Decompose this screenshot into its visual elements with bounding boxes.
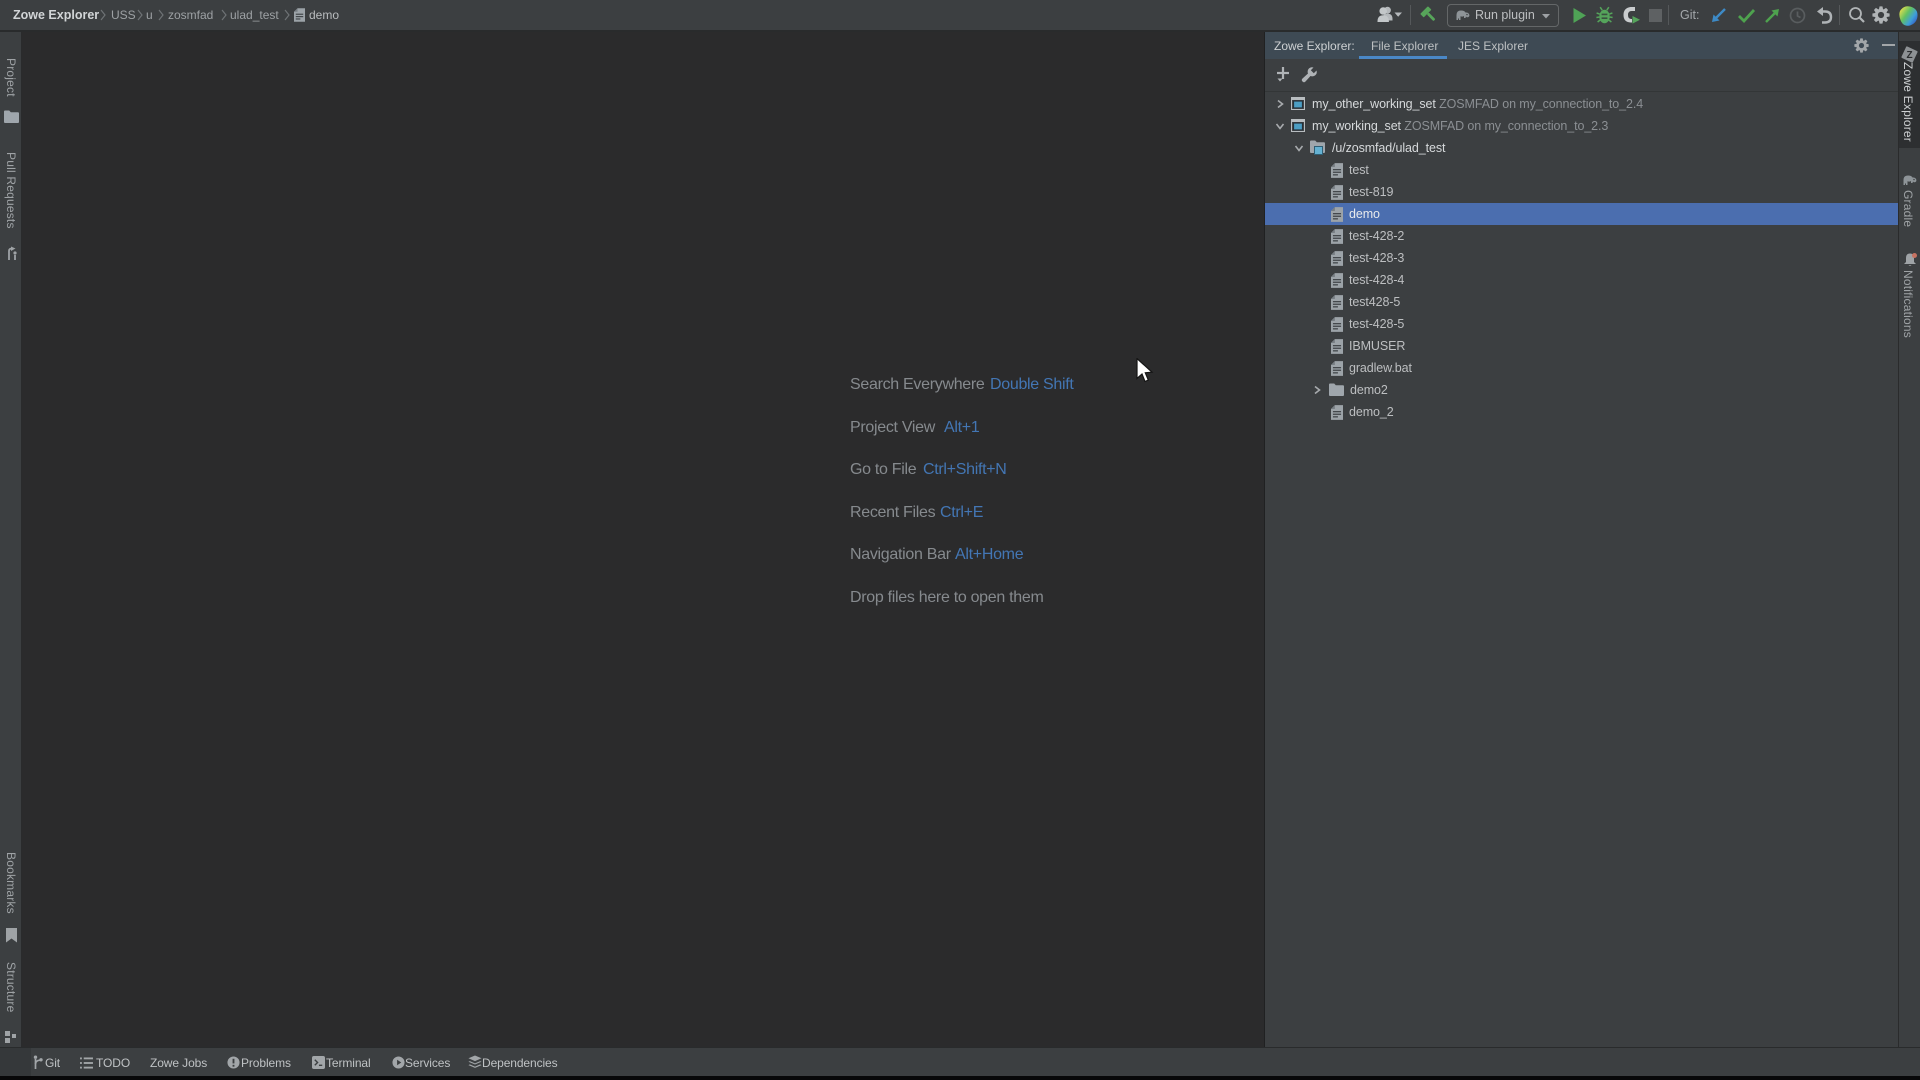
svg-text:Z: Z [1906,50,1912,61]
